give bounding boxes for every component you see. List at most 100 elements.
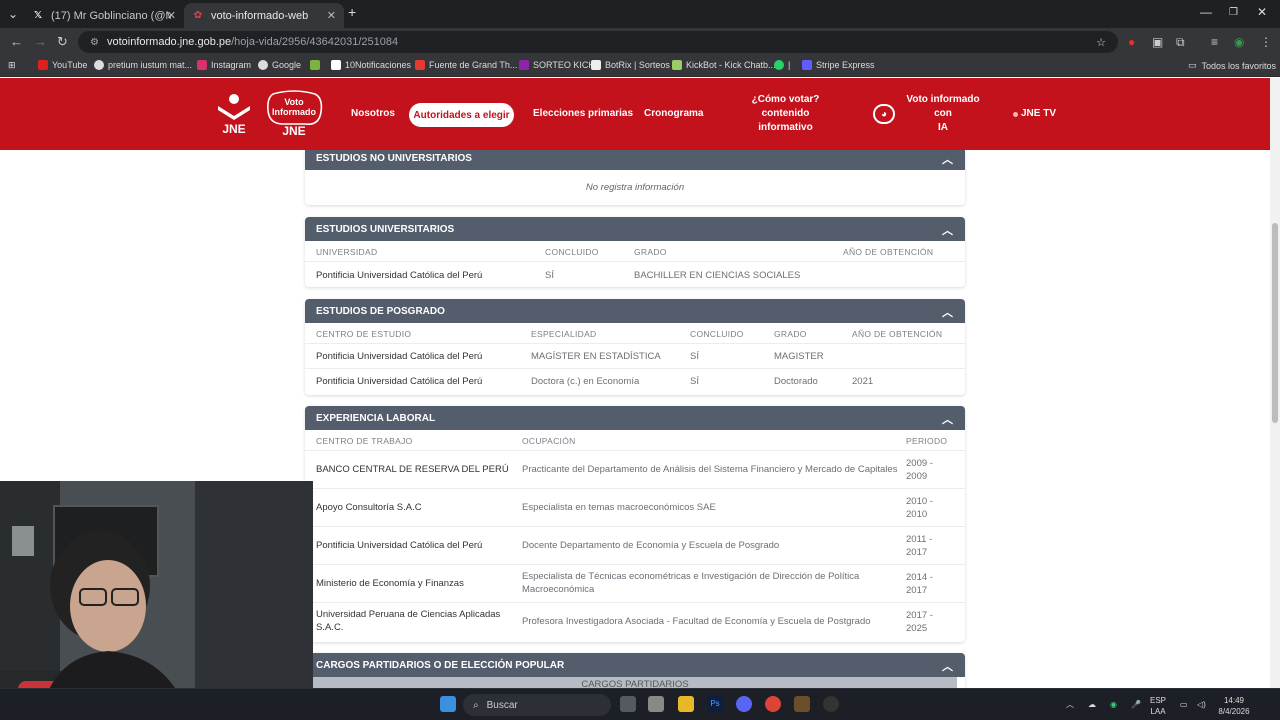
- extension-icon[interactable]: ●: [1128, 35, 1135, 49]
- browser-tab-bar: ⌄ 𝕏 (17) Mr Goblinciano (@MGoblir ✕ ✿ vo…: [0, 0, 1280, 28]
- scrollbar-thumb[interactable]: [1272, 223, 1278, 423]
- nav-nosotros[interactable]: Nosotros: [351, 78, 395, 150]
- nav-cronograma[interactable]: Cronograma: [644, 78, 703, 150]
- reload-icon[interactable]: ↻: [57, 34, 68, 50]
- section-title: EXPERIENCIA LABORAL: [316, 412, 436, 424]
- url-input[interactable]: ⚙ votoinformado.jne.gob.pe/hoja-vida/295…: [78, 31, 1118, 53]
- bookmark-kickbot[interactable]: KickBot - Kick Chatb...: [672, 60, 776, 70]
- close-icon[interactable]: ✕: [167, 9, 176, 22]
- section-title: ESTUDIOS UNIVERSITARIOS: [316, 223, 455, 235]
- file-explorer-icon[interactable]: [678, 696, 694, 712]
- apps-icon[interactable]: ⊞: [8, 60, 16, 71]
- game-icon[interactable]: [794, 696, 810, 712]
- app-icon[interactable]: [823, 696, 839, 712]
- tab-twitter[interactable]: 𝕏 (17) Mr Goblinciano (@MGoblir ✕: [24, 3, 184, 28]
- bookmark-instagram[interactable]: Instagram: [197, 60, 251, 70]
- cell-especialidad: MAGÍSTER EN ESTADÍSTICA: [531, 351, 661, 362]
- all-bookmarks[interactable]: ▭ Todos los favoritos: [1188, 60, 1276, 71]
- chevron-up-icon[interactable]: ︿: [942, 304, 953, 320]
- tab-voto-informado[interactable]: ✿ voto-informado-web ✕: [184, 3, 344, 28]
- bookmark-fuente[interactable]: Fuente de Grand Th...: [415, 60, 517, 70]
- chevron-up-icon[interactable]: ︿: [942, 151, 953, 167]
- bookmark-whatsapp[interactable]: |: [774, 60, 790, 70]
- chevron-up-icon[interactable]: ︿: [942, 411, 953, 427]
- table-header: CENTRO DE TRABAJO OCUPACIÓN PERIODO: [305, 430, 965, 450]
- section-header[interactable]: ESTUDIOS NO UNIVERSITARIOS ︿: [305, 150, 965, 170]
- font-icon: [415, 60, 425, 70]
- jne-logo[interactable]: JNE: [210, 92, 258, 136]
- bookmark-pretium[interactable]: pretium iustum mat...: [94, 60, 192, 70]
- media-icon[interactable]: ≡: [1211, 35, 1218, 49]
- back-icon[interactable]: ←: [10, 34, 23, 49]
- cell-periodo-end: 2017: [906, 547, 928, 558]
- cell-ocupacion: Profesora Investigadora Asociada - Facul…: [522, 616, 871, 627]
- tab-label: voto-informado-web: [211, 9, 309, 22]
- app-icon[interactable]: [648, 696, 664, 712]
- voto-informado-logo[interactable]: Voto Informado JNE: [265, 90, 323, 138]
- tray-icon[interactable]: ☁: [1088, 699, 1096, 710]
- url-domain: votoinformado.jne.gob.pe: [106, 36, 232, 48]
- cell-centro: Pontificia Universidad Católica del Perú: [316, 351, 483, 362]
- section-title: ESTUDIOS DE POSGRADO: [316, 305, 445, 317]
- volume-icon[interactable]: ◁): [1197, 699, 1206, 710]
- forward-icon[interactable]: →: [34, 34, 47, 49]
- cell-periodo-end: 2010: [906, 509, 928, 520]
- bookmark-stripe[interactable]: Stripe Express: [802, 60, 875, 70]
- col-concluido: CONCLUIDO: [690, 329, 744, 339]
- minimize-icon[interactable]: —: [1200, 5, 1212, 19]
- window-close-icon[interactable]: ✕: [1257, 5, 1267, 19]
- puzzle-icon[interactable]: ⧉: [1176, 35, 1185, 50]
- table-header: CENTRO DE ESTUDIO ESPECIALIDAD CONCLUIDO…: [305, 323, 965, 343]
- extension-icon[interactable]: ▣: [1152, 35, 1163, 49]
- clock[interactable]: 14:49 8/4/2026: [1214, 695, 1254, 717]
- new-tab-icon[interactable]: +: [348, 4, 356, 20]
- section-header[interactable]: ESTUDIOS DE POSGRADO ︿: [305, 299, 965, 323]
- jne-favicon-icon: ✿: [193, 10, 203, 21]
- site-info-icon[interactable]: ⚙: [90, 37, 99, 48]
- nav-elecciones-primarias[interactable]: Elecciones primarias: [533, 78, 633, 150]
- tray-chevron-icon[interactable]: ︿: [1066, 699, 1074, 710]
- whatsapp-icon: [774, 60, 784, 70]
- restore-icon[interactable]: ❐: [1229, 7, 1238, 18]
- table-row: Apoyo Consultoría S.A.C Especialista en …: [305, 488, 965, 526]
- profile-avatar[interactable]: ◉: [1234, 35, 1244, 49]
- section-header[interactable]: CARGOS PARTIDARIOS O DE ELECCIÓN POPULAR…: [305, 653, 965, 677]
- bookmark-botrix[interactable]: BotRix | Sorteos: [591, 60, 670, 70]
- page-scrollbar[interactable]: [1270, 78, 1280, 688]
- cell-especialidad: Doctora (c.) en Economía: [531, 376, 640, 387]
- bookmark-star-icon[interactable]: ☆: [1096, 36, 1106, 49]
- col-universidad: UNIVERSIDAD: [316, 247, 378, 257]
- section-header[interactable]: EXPERIENCIA LABORAL ︿: [305, 406, 965, 430]
- bookmark-10notificaciones[interactable]: 10Notificaciones: [331, 60, 411, 70]
- chevron-up-icon[interactable]: ︿: [942, 658, 953, 674]
- logo-informado-text: Informado: [272, 107, 317, 117]
- chrome-icon[interactable]: [765, 696, 781, 712]
- windows-start-icon[interactable]: [440, 696, 456, 712]
- cell-periodo-end: 2025: [906, 623, 928, 634]
- nav-autoridades-button[interactable]: Autoridades a elegir: [409, 103, 514, 127]
- microphone-icon[interactable]: 🎤: [1131, 699, 1141, 710]
- bookmark-extra[interactable]: [310, 60, 324, 70]
- close-icon[interactable]: ✕: [327, 9, 336, 22]
- discord-icon[interactable]: [736, 696, 752, 712]
- section-header[interactable]: ESTUDIOS UNIVERSITARIOS ︿: [305, 217, 965, 241]
- photoshop-icon[interactable]: Ps: [707, 696, 723, 712]
- nav-voto-ia[interactable]: Voto informado con IA: [898, 78, 988, 150]
- language-indicator[interactable]: ESP LAA: [1150, 695, 1166, 717]
- tab-search-icon[interactable]: ⌄: [8, 7, 18, 21]
- taskbar-search[interactable]: ⌕ Buscar: [463, 694, 611, 716]
- bookmark-youtube[interactable]: YouTube: [38, 60, 87, 70]
- cell-periodo-end: 2017: [906, 585, 928, 596]
- bookmark-sorteo-kick[interactable]: SORTEO KICK: [519, 60, 594, 70]
- bookmark-google[interactable]: Google: [258, 60, 301, 70]
- menu-icon[interactable]: ⋮: [1260, 35, 1272, 49]
- chevron-up-icon[interactable]: ︿: [942, 222, 953, 238]
- nav-como-votar[interactable]: ¿Cómo votar? contenido informativo: [733, 78, 838, 150]
- google-icon: [258, 60, 268, 70]
- folder-icon: ▭: [1188, 60, 1197, 70]
- network-icon[interactable]: ▭: [1180, 699, 1188, 710]
- nav-jne-tv[interactable]: JNE TV: [1013, 78, 1056, 150]
- section-cargos-partidarios: CARGOS PARTIDARIOS O DE ELECCIÓN POPULAR…: [305, 653, 965, 688]
- tray-icon[interactable]: ◉: [1110, 699, 1117, 710]
- task-view-icon[interactable]: [620, 696, 636, 712]
